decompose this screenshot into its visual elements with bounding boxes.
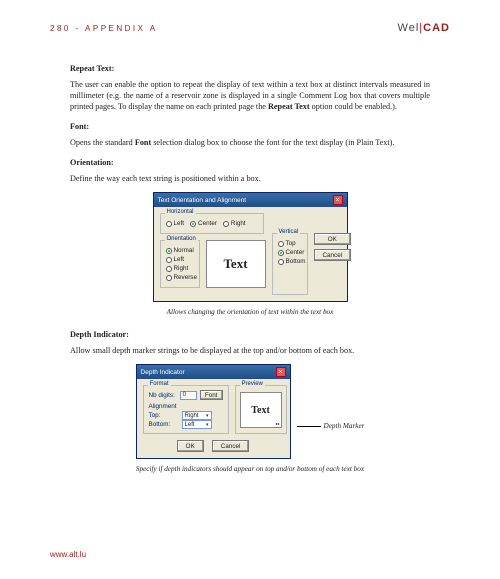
combo-top[interactable]: Right▾ <box>182 411 212 420</box>
annotation-depth-marker: Depth Marker <box>297 421 365 430</box>
radio-h-left[interactable]: Left <box>166 220 185 227</box>
input-nb-digits[interactable]: 0 <box>180 391 197 400</box>
group-format: Format Nb digits: 0 Font Alignment Top: … <box>143 385 229 434</box>
caption-dialog1: Allows changing the orientation of text … <box>70 308 430 316</box>
logo: Wel|CAD <box>398 22 450 34</box>
dialog-title: Depth Indicator <box>141 369 185 376</box>
page-number-appendix: 280 - APPENDIX A <box>50 24 158 33</box>
ok-button[interactable]: OK <box>177 440 204 452</box>
dialog-depth-indicator: Depth Indicator × Format Nb digits: 0 Fo… <box>136 364 291 459</box>
close-icon[interactable]: × <box>276 367 286 377</box>
radio-v-bottom[interactable]: Bottom <box>278 258 302 265</box>
radio-o-right[interactable]: Right <box>166 265 194 272</box>
depth-marker-tick: xx <box>276 421 280 426</box>
group-preview: Preview Text xx <box>235 385 287 434</box>
radio-o-normal[interactable]: Normal <box>166 247 194 254</box>
heading-depth-indicator: Depth Indicator: <box>70 330 430 339</box>
font-button[interactable]: Font <box>200 390 223 400</box>
combo-bottom[interactable]: Left▾ <box>182 420 212 429</box>
group-horizontal: Horizontal Left Center Right <box>160 213 264 234</box>
paragraph-repeat-text: The user can enable the option to repeat… <box>70 79 430 112</box>
label-top: Top: <box>149 412 179 419</box>
radio-v-center[interactable]: Center <box>278 249 302 256</box>
radio-h-center[interactable]: Center <box>190 220 217 227</box>
annotation-line <box>297 426 321 427</box>
radio-h-right[interactable]: Right <box>223 220 246 227</box>
group-vertical: Vertical Top Center Bottom <box>272 233 308 295</box>
close-icon[interactable]: × <box>333 195 343 205</box>
label-bottom: Bottom: <box>149 421 179 428</box>
caption-dialog2: Specify if depth indicators should appea… <box>70 465 430 473</box>
dialog-text-orientation: Text Orientation and Alignment × Horizon… <box>153 192 348 302</box>
ok-button[interactable]: OK <box>314 233 352 245</box>
paragraph-font: Opens the standard Font selection dialog… <box>70 137 430 148</box>
footer-url: www.alt.lu <box>50 550 86 559</box>
cancel-button[interactable]: Cancel <box>212 440 250 452</box>
group-orientation: Orientation Normal Left Right Reverse <box>160 240 200 288</box>
dialog-titlebar: Depth Indicator × <box>137 365 290 379</box>
chevron-down-icon: ▾ <box>206 422 209 428</box>
radio-v-top[interactable]: Top <box>278 240 302 247</box>
radio-o-left[interactable]: Left <box>166 256 194 263</box>
preview-text: Text <box>206 240 266 288</box>
paragraph-depth-indicator: Allow small depth marker strings to be d… <box>70 345 430 356</box>
dialog-title: Text Orientation and Alignment <box>158 197 247 204</box>
preview-text: Text xx <box>240 392 282 428</box>
heading-repeat-text: Repeat Text: <box>70 64 430 73</box>
paragraph-orientation: Define the way each text string is posit… <box>70 173 430 184</box>
label-alignment: Alignment <box>149 403 223 410</box>
page-header: 280 - APPENDIX A Wel|CAD <box>50 22 450 34</box>
radio-o-reverse[interactable]: Reverse <box>166 274 194 281</box>
heading-orientation: Orientation: <box>70 158 430 167</box>
cancel-button[interactable]: Cancel <box>314 249 352 261</box>
label-nb-digits: Nb digits: <box>149 392 177 399</box>
dialog-titlebar: Text Orientation and Alignment × <box>154 193 347 207</box>
heading-font: Font: <box>70 122 430 131</box>
chevron-down-icon: ▾ <box>206 413 209 419</box>
